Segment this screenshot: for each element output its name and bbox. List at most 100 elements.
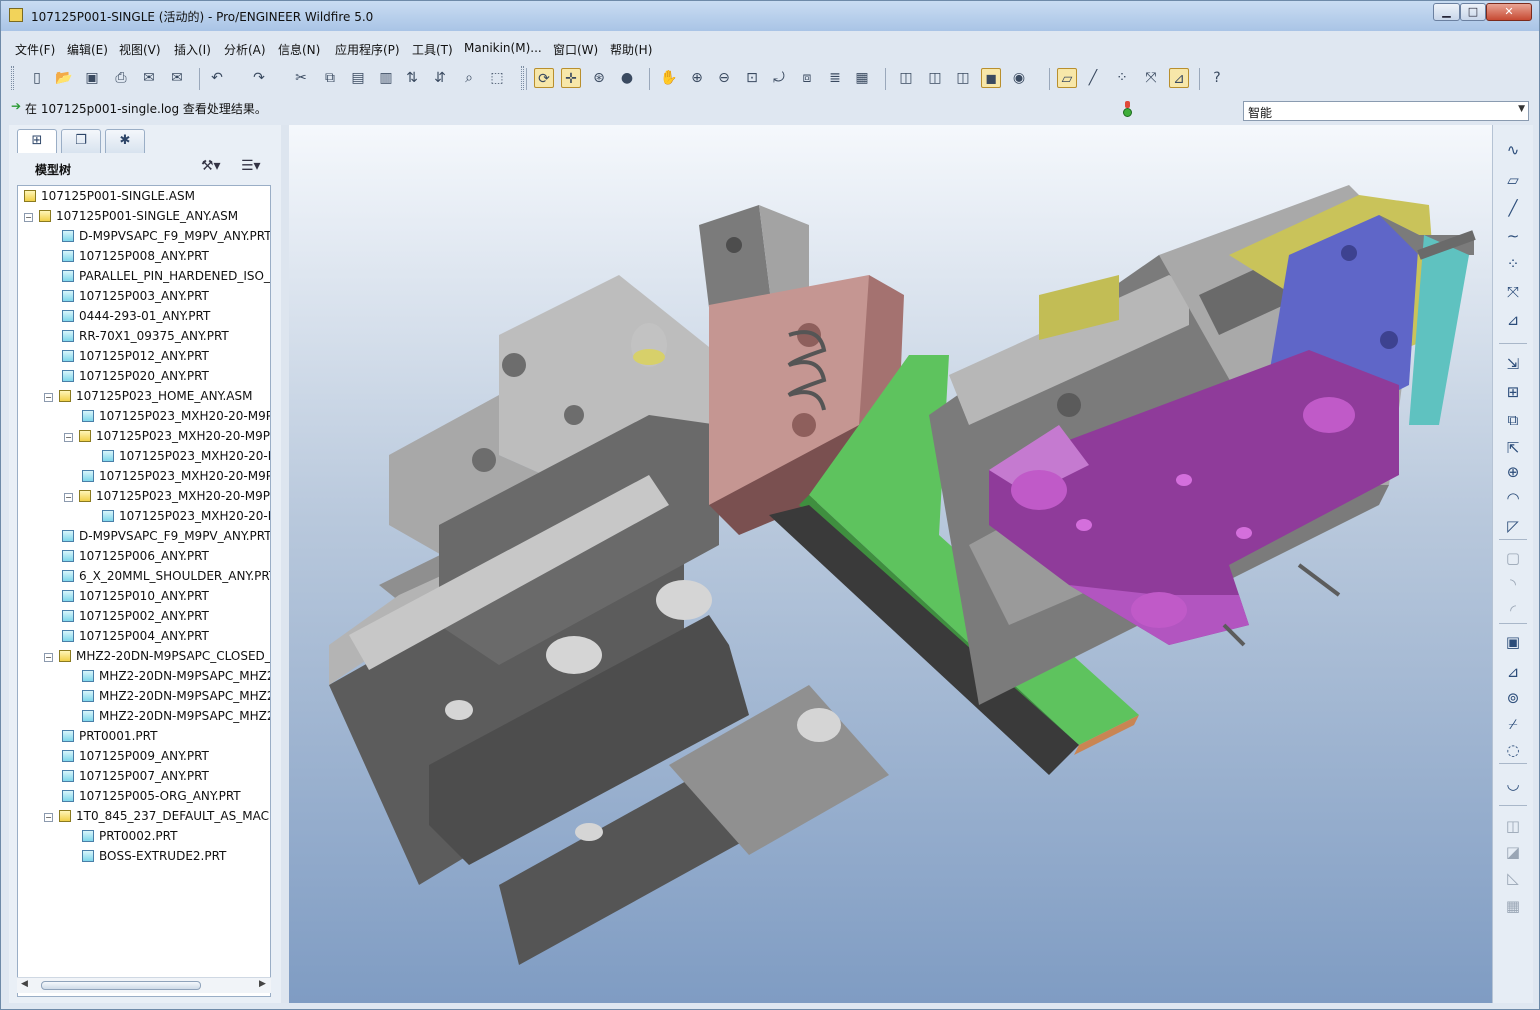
zoom-in-icon[interactable]: ⊕: [687, 68, 707, 88]
hidden-line-icon[interactable]: ◫: [925, 68, 945, 88]
wireframe-icon[interactable]: ◫: [896, 68, 916, 88]
tree-item[interactable]: − 107125P023_MXH20-20-M9PS: [64, 489, 270, 509]
pattern-icon[interactable]: ▣: [1502, 631, 1524, 653]
tree-collapse-icon[interactable]: −: [64, 493, 73, 502]
close-button[interactable]: ✕: [1486, 3, 1532, 21]
tree-item[interactable]: 0444-293-01_ANY.PRT: [62, 309, 210, 329]
cut-icon[interactable]: ✂: [291, 68, 311, 88]
tree-item[interactable]: 107125P002_ANY.PRT: [62, 609, 209, 629]
tree-item[interactable]: 107125P006_ANY.PRT: [62, 549, 209, 569]
scroll-left-icon[interactable]: ◀: [21, 979, 28, 989]
datum-point-icon[interactable]: ⁘: [1502, 253, 1524, 275]
tree-item[interactable]: 107125P020_ANY.PRT: [62, 369, 209, 389]
datum-csys-icon[interactable]: ⤧: [1502, 281, 1524, 303]
extend-icon[interactable]: ◌: [1502, 739, 1524, 761]
datum-plane-icon[interactable]: ▱: [1502, 169, 1524, 191]
tree-item[interactable]: 107125P008_ANY.PRT: [62, 249, 209, 269]
select-box-icon[interactable]: ⬚: [487, 68, 507, 88]
tree-horizontal-scrollbar[interactable]: ◀ ▶: [17, 977, 271, 993]
menu-item[interactable]: 分析(A): [224, 41, 266, 58]
chevron-down-icon[interactable]: ▼: [1518, 104, 1525, 114]
datum-points-icon[interactable]: ⁘: [1112, 68, 1132, 88]
tree-item[interactable]: 107125P005-ORG_ANY.PRT: [62, 789, 241, 809]
tree-item[interactable]: − 107125P001-SINGLE_ANY.ASM: [24, 209, 238, 229]
hole-icon[interactable]: ⊕: [1502, 461, 1524, 483]
toolbar-grip[interactable]: [521, 66, 524, 90]
datum-axes-icon[interactable]: ╱: [1083, 68, 1103, 88]
datum-curve-icon[interactable]: ∼: [1502, 225, 1524, 247]
tree-item[interactable]: MHZ2-20DN-M9PSAPC_MHZ2: [82, 669, 270, 689]
tree-item[interactable]: − 107125P023_MXH20-20-M9PS: [64, 429, 270, 449]
tree-item[interactable]: 107125P023_MXH20-20-M: [102, 449, 270, 469]
tree-item[interactable]: − 107125P023_HOME_ANY.ASM: [44, 389, 252, 409]
tree-item[interactable]: PRT0002.PRT: [82, 829, 177, 849]
model-tree-tab[interactable]: ⊞: [17, 129, 57, 153]
reorient-icon[interactable]: ⤾: [769, 68, 789, 88]
zoom-out-icon[interactable]: ⊖: [714, 68, 734, 88]
tree-collapse-icon[interactable]: −: [64, 433, 73, 442]
pan-icon[interactable]: ✋: [659, 68, 679, 88]
save-icon[interactable]: ▣: [82, 68, 102, 88]
paste-special-icon[interactable]: ▥: [376, 68, 396, 88]
menu-item[interactable]: 工具(T): [412, 41, 453, 58]
trim-icon[interactable]: ⌿: [1502, 713, 1524, 735]
menu-item[interactable]: 编辑(E): [67, 41, 108, 58]
merge-icon[interactable]: ⊚: [1502, 687, 1524, 709]
orient-mode-icon[interactable]: ⊛: [589, 68, 609, 88]
solidify-icon[interactable]: ◪: [1502, 841, 1524, 863]
rib-icon[interactable]: ◝: [1502, 573, 1524, 595]
sketch-datum-curve-icon[interactable]: ∿: [1502, 139, 1524, 161]
tree-settings-icon[interactable]: ⚒▾: [201, 158, 221, 174]
layers-icon[interactable]: ≣: [825, 68, 845, 88]
scroll-right-icon[interactable]: ▶: [259, 979, 266, 989]
tree-item[interactable]: D-M9PVSAPC_F9_M9PV_ANY.PRT: [62, 529, 270, 549]
menu-item[interactable]: 视图(V): [119, 41, 161, 58]
tree-item[interactable]: 107125P023_MXH20-20-M9PS: [82, 469, 270, 489]
paste-icon[interactable]: ▤: [348, 68, 368, 88]
enhanced-realism-icon[interactable]: ◉: [1009, 68, 1029, 88]
navigator-sash[interactable]: [281, 125, 289, 1003]
email-link-icon[interactable]: ✉: [167, 68, 187, 88]
thicken-icon[interactable]: ◫: [1502, 815, 1524, 837]
tree-item[interactable]: PARALLEL_PIN_HARDENED_ISO_P: [62, 269, 270, 289]
assemble-component-icon[interactable]: ⇲: [1502, 353, 1524, 375]
regenerate-icon[interactable]: ⇅: [402, 68, 422, 88]
tree-item[interactable]: 107125P012_ANY.PRT: [62, 349, 209, 369]
shell-icon[interactable]: ▢: [1502, 547, 1524, 569]
tree-item[interactable]: 6_X_20MML_SHOULDER_ANY.PRT: [62, 569, 270, 589]
undo-icon[interactable]: ↶: [207, 68, 227, 88]
tree-item[interactable]: MHZ2-20DN-M9PSAPC_MHZ2: [82, 689, 270, 709]
shading-icon[interactable]: ◼: [981, 68, 1001, 88]
selection-filter-select[interactable]: 智能 ▼: [1243, 101, 1529, 121]
annotations-icon[interactable]: ⊿: [1169, 68, 1189, 88]
toolbar-grip[interactable]: [11, 66, 14, 90]
tree-item[interactable]: D-M9PVSAPC_F9_M9PV_ANY.PRT: [62, 229, 270, 249]
package-component-icon[interactable]: ⧉: [1502, 409, 1524, 431]
appearance-icon[interactable]: ●: [617, 68, 637, 88]
view-manager-icon[interactable]: ▦: [852, 68, 872, 88]
mirror-icon[interactable]: ⊿: [1502, 661, 1524, 683]
saved-views-icon[interactable]: ⧈: [797, 68, 817, 88]
create-component-icon[interactable]: ⊞: [1502, 381, 1524, 403]
open-icon[interactable]: 📂: [54, 68, 74, 88]
maximize-button[interactable]: □: [1460, 3, 1486, 21]
favorites-tab[interactable]: ✱: [105, 129, 145, 153]
tree-item[interactable]: 107125P003_ANY.PRT: [62, 289, 209, 309]
menu-item[interactable]: 应用程序(P): [335, 41, 400, 58]
new-icon[interactable]: ▯: [27, 68, 47, 88]
draft-icon[interactable]: ◜: [1502, 599, 1524, 621]
menu-item[interactable]: 文件(F): [15, 41, 55, 58]
project-icon[interactable]: ◺: [1502, 867, 1524, 889]
email-icon[interactable]: ✉: [139, 68, 159, 88]
tree-item[interactable]: 107125P009_ANY.PRT: [62, 749, 209, 769]
folder-browser-tab[interactable]: ❐: [61, 129, 101, 153]
round-icon[interactable]: ◠: [1502, 487, 1524, 509]
regenerate-manager-icon[interactable]: ⇵: [430, 68, 450, 88]
no-hidden-icon[interactable]: ◫: [953, 68, 973, 88]
minimize-button[interactable]: ▁: [1433, 3, 1460, 21]
tree-item[interactable]: 107125P023_MXH20-20-M: [102, 509, 270, 529]
offset-icon[interactable]: ◡: [1502, 773, 1524, 795]
datum-axis-icon[interactable]: ╱: [1502, 197, 1524, 219]
tree-item[interactable]: − MHZ2-20DN-M9PSAPC_CLOSED_: [44, 649, 270, 669]
tree-item[interactable]: PRT0001.PRT: [62, 729, 157, 749]
